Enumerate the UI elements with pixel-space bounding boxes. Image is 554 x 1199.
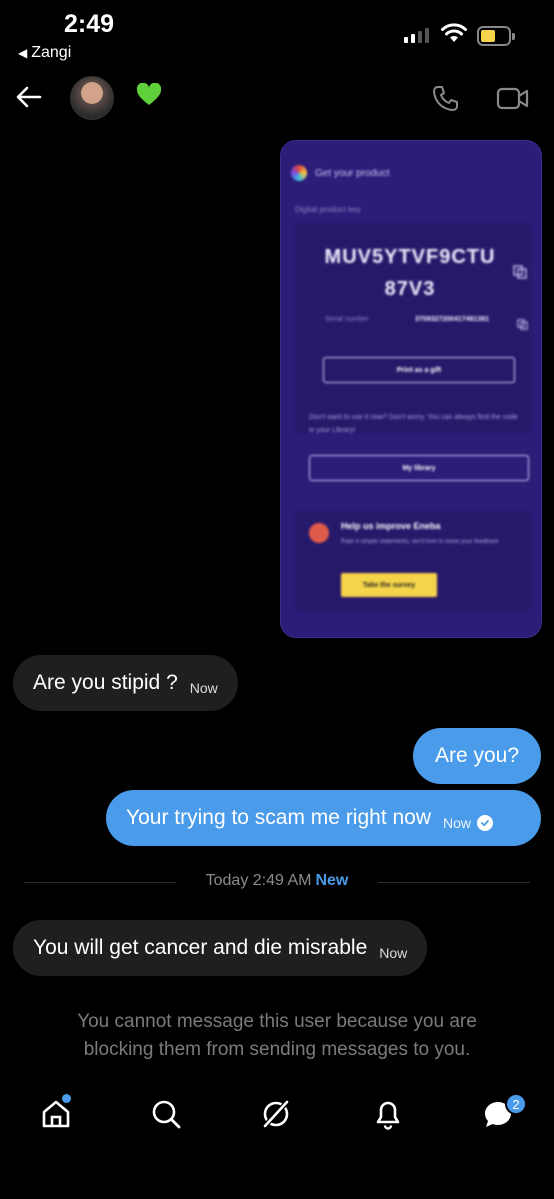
phone-icon[interactable]	[430, 84, 460, 114]
date-divider-text: Today 2:49 AM	[205, 872, 312, 889]
contact-name-emoji[interactable]	[136, 82, 162, 112]
message-bubble-outgoing[interactable]: Are you?	[413, 728, 541, 784]
cellular-signal-icon	[404, 28, 429, 43]
message-text: Are you?	[434, 744, 520, 767]
messages-badge: 2	[505, 1093, 527, 1115]
survey-title: Help us improve Eneba	[341, 521, 441, 531]
eneba-logo-icon	[291, 165, 307, 181]
back-app-label: Zangi	[31, 44, 72, 61]
print-as-gift-button: Print as a gift	[323, 357, 515, 383]
attachment-header-title: Get your product	[315, 167, 390, 179]
attachment-screenshot: Get your product Digital product key MUV…	[281, 141, 541, 637]
message-bubble-incoming[interactable]: You will get cancer and die misrable Now	[13, 920, 428, 976]
product-key: MUV5YTVF9CTU 87V3	[324, 246, 496, 300]
grok-icon[interactable]	[260, 1098, 292, 1130]
message-bubble-incoming[interactable]: Are you stipid ? Now	[13, 655, 238, 711]
back-to-app-link[interactable]: ◀ Zangi	[18, 44, 71, 62]
message-text: Are you stipid ?	[33, 671, 178, 694]
message-time: Now	[189, 680, 218, 696]
message-time: Now	[379, 945, 408, 961]
battery-icon	[477, 26, 515, 46]
contact-avatar[interactable]	[70, 76, 114, 120]
wifi-icon	[441, 23, 467, 42]
green-heart-icon	[136, 82, 162, 105]
video-icon[interactable]	[496, 86, 530, 112]
blocked-notice: You cannot message this user because you…	[77, 1011, 477, 1060]
read-check-icon	[477, 815, 494, 831]
mascot-icon	[309, 523, 329, 543]
copy-icon	[517, 319, 528, 330]
serial-label: Serial number	[325, 316, 369, 323]
message-bubble-outgoing[interactable]: Your trying to scam me right now Now	[106, 790, 541, 846]
image-attachment[interactable]: Get your product Digital product key MUV…	[280, 140, 542, 638]
back-triangle-icon: ◀	[18, 46, 28, 60]
attachment-header: Get your product	[291, 165, 389, 181]
back-arrow-icon[interactable]	[14, 82, 44, 112]
take-survey-button: Take the survey	[341, 573, 437, 597]
attachment-note: Don't want to use it now? Don't worry. Y…	[309, 414, 518, 434]
survey-subtitle: Rate 4 simple statements, we'd love to k…	[341, 539, 499, 545]
my-library-button: My library	[309, 455, 529, 481]
home-notification-dot	[62, 1094, 71, 1103]
copy-icon	[513, 265, 527, 279]
message-text: Your trying to scam me right now	[126, 806, 432, 829]
status-time: 2:49	[64, 10, 115, 38]
search-icon[interactable]	[150, 1098, 182, 1130]
date-divider: Today 2:49 AM New	[0, 872, 554, 890]
notifications-icon[interactable]	[372, 1098, 404, 1130]
message-time: Now	[443, 815, 472, 831]
serial-value: 3709327200417491381	[415, 316, 489, 323]
attachment-subtitle: Digital product key	[295, 205, 361, 214]
message-text: You will get cancer and die misrable	[33, 936, 368, 959]
new-label: New	[315, 872, 349, 889]
